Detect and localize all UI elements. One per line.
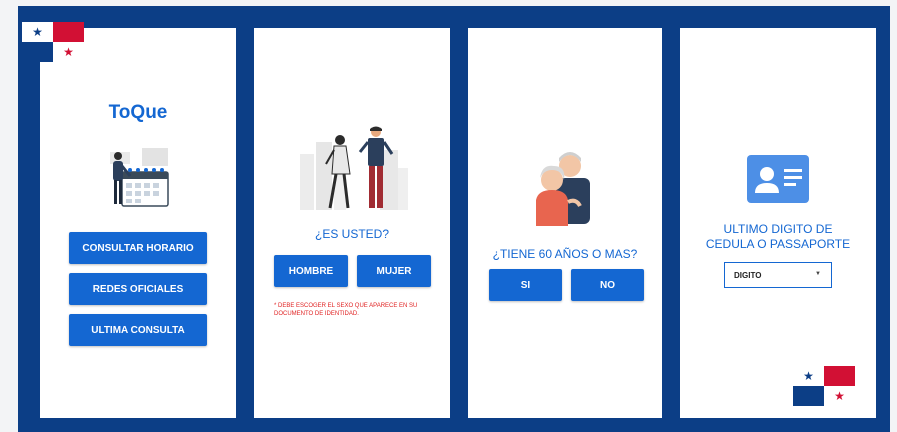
ultima-consulta-button[interactable]: ULTIMA CONSULTA — [69, 314, 207, 346]
id-card-icon — [747, 155, 809, 203]
document-question-line1: ULTIMO DIGITO DE — [723, 222, 833, 236]
hombre-button[interactable]: HOMBRE — [274, 255, 348, 287]
gender-question: ¿ES USTED? — [314, 227, 389, 241]
document-question-line2: CEDULA O PASSAPORTE — [705, 237, 851, 251]
screen-age: ¿TIENE 60 AÑOS O MAS? SI NO — [468, 28, 662, 418]
digito-select[interactable]: DIGITO ▼ — [724, 262, 832, 288]
screen-document: ULTIMO DIGITO DE CEDULA O PASSAPORTE DIG… — [680, 28, 876, 418]
consultar-horario-button[interactable]: CONSULTAR HORARIO — [69, 232, 207, 264]
no-button[interactable]: NO — [571, 269, 644, 301]
mujer-button[interactable]: MUJER — [357, 255, 431, 287]
si-button[interactable]: SI — [489, 269, 562, 301]
document-question: ULTIMO DIGITO DE CEDULA O PASSAPORTE — [680, 222, 876, 252]
age-question: ¿TIENE 60 AÑOS O MAS? — [492, 247, 638, 261]
redes-oficiales-button[interactable]: REDES OFICIALES — [69, 273, 207, 305]
gender-note: * DEBE ESCOGER EL SEXO QUE APARECE EN SU… — [274, 303, 418, 317]
screen-gender: ¿ES USTED? HOMBRE MUJER * DEBE ESCOGER E… — [254, 28, 450, 418]
elderly-couple-illustration — [536, 152, 590, 226]
digito-select-value: DIGITO — [734, 270, 762, 280]
screen-home: ToQue CONSULTAR HORARIO REDES OFICIALES … — [40, 28, 236, 418]
app-frame: ToQue CONSULTAR HORARIO REDES OFICIALES … — [18, 6, 890, 432]
panama-flag-icon: ★ ★ — [793, 366, 855, 406]
man-woman-illustration — [300, 126, 408, 210]
dropdown-caret-icon: ▼ — [815, 271, 821, 277]
panama-flag-icon: ★ ★ — [22, 22, 84, 62]
app-title: ToQue — [108, 102, 168, 123]
calendar-person-illustration — [110, 148, 169, 207]
